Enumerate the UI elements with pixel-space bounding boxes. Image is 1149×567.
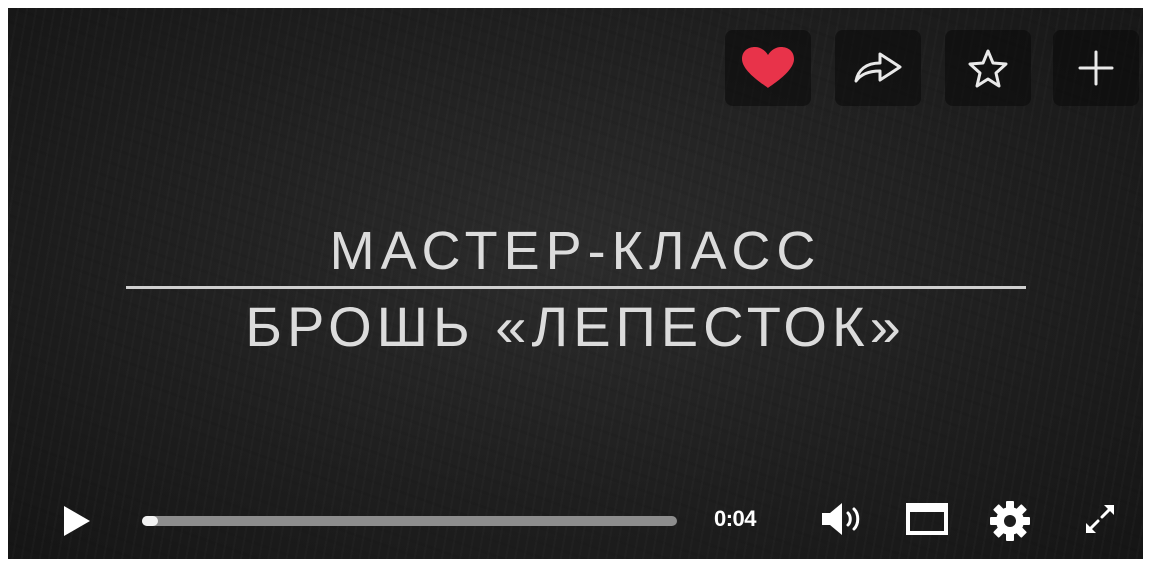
title-line-2: БРОШЬ «ЛЕПЕСТОК» xyxy=(245,295,906,358)
speaker-icon xyxy=(822,503,860,535)
fullscreen-button[interactable] xyxy=(1080,499,1120,544)
volume-button[interactable] xyxy=(818,499,866,544)
share-button[interactable] xyxy=(835,30,921,106)
plus-icon xyxy=(1078,50,1114,86)
expand-icon xyxy=(1086,505,1114,533)
star-icon xyxy=(968,49,1008,88)
video-player[interactable]: МАСТЕР-КЛАСС БРОШЬ «ЛЕПЕСТОК» 0:04 xyxy=(8,8,1143,559)
gear-icon xyxy=(990,501,1030,541)
favorite-button[interactable] xyxy=(945,30,1031,106)
window-icon xyxy=(906,503,948,535)
video-title: МАСТЕР-КЛАСС БРОШЬ «ЛЕПЕСТОК» xyxy=(8,218,1143,361)
heart-icon xyxy=(742,47,794,88)
add-button[interactable] xyxy=(1053,30,1139,106)
settings-button[interactable] xyxy=(988,499,1032,548)
title-line-1: МАСТЕР-КЛАСС xyxy=(329,221,822,281)
player-controls: 0:04 xyxy=(8,479,1143,559)
title-divider xyxy=(125,286,1026,289)
progress-bar[interactable] xyxy=(142,516,677,526)
play-icon xyxy=(64,506,90,536)
current-time: 0:04 xyxy=(714,506,757,531)
miniplayer-button[interactable] xyxy=(904,499,950,544)
like-button[interactable] xyxy=(725,30,811,106)
share-arrow-icon xyxy=(854,52,902,83)
progress-fill xyxy=(142,516,159,526)
play-button[interactable] xyxy=(56,501,96,541)
